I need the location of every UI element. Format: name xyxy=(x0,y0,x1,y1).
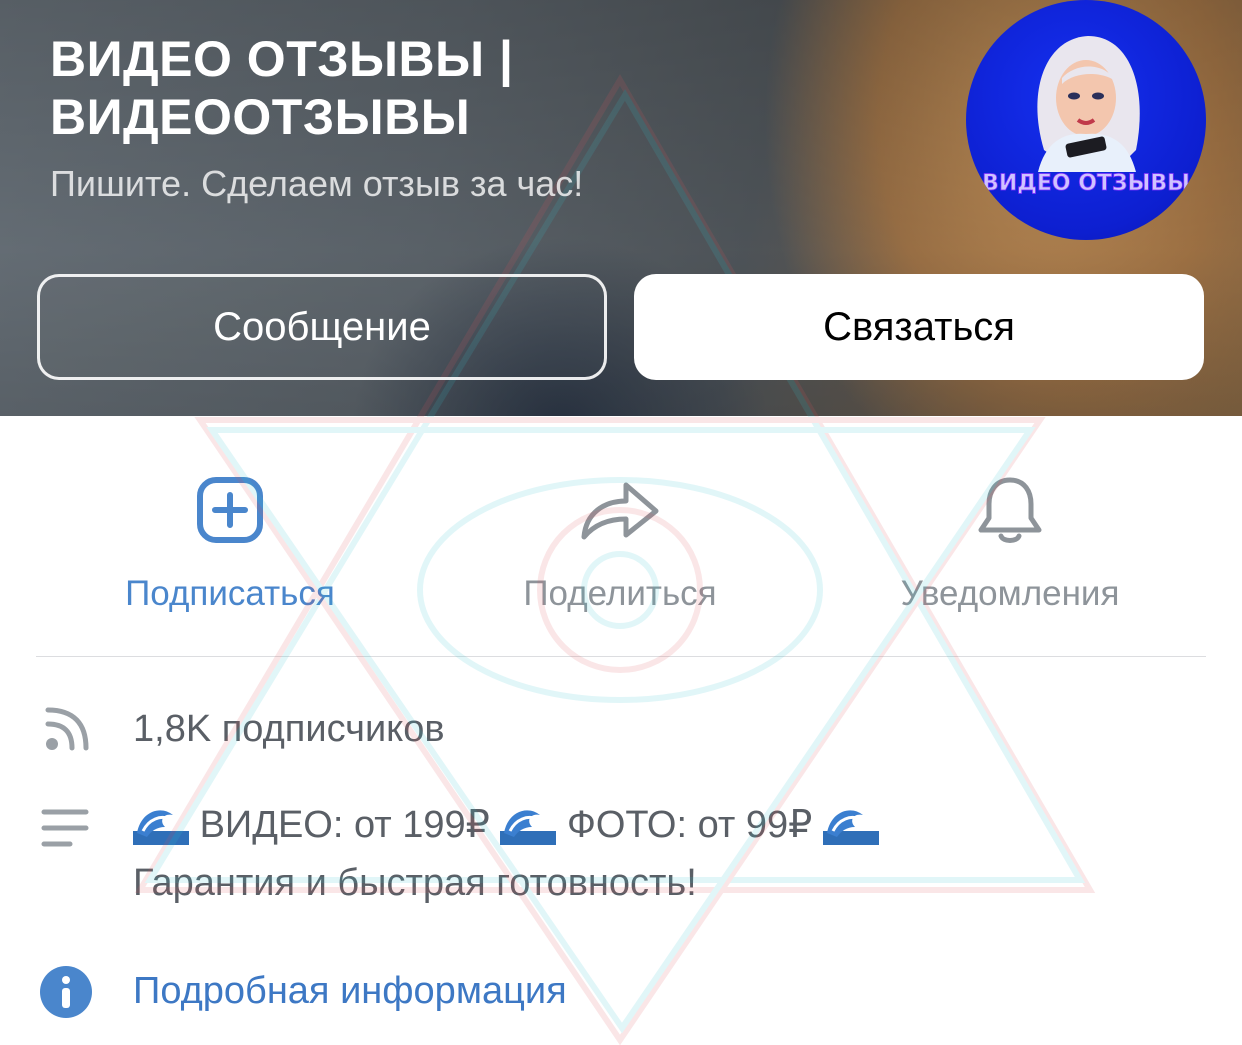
plus-square-icon xyxy=(50,474,410,546)
community-title: ВИДЕО ОТЗЫВЫ | ВИДЕООТЗЫВЫ xyxy=(50,31,514,145)
photo-price: ФОТО: от 99₽ xyxy=(566,804,813,846)
wave-emoji-icon xyxy=(822,810,879,845)
notifications-action[interactable]: Уведомления xyxy=(830,474,1190,616)
video-price: ВИДЕО: от 199₽ xyxy=(199,804,490,846)
notifications-label: Уведомления xyxy=(900,574,1120,613)
section-divider xyxy=(36,656,1206,657)
wave-emoji-icon xyxy=(500,810,557,845)
share-arrow-icon xyxy=(440,474,800,546)
wave-emoji-icon xyxy=(133,810,189,845)
description-text: ВИДЕО: от 199₽ ФОТО: от 99₽ Гарантия и б… xyxy=(133,796,1133,912)
bell-icon xyxy=(830,474,1190,546)
details-link[interactable]: Подробная информация xyxy=(133,962,567,1020)
contact-button[interactable]: Связаться xyxy=(634,274,1204,380)
description-line-2: Гарантия и быстрая готовность! xyxy=(133,862,697,904)
rss-icon xyxy=(38,704,92,759)
subscribe-label: Подписаться xyxy=(125,574,335,613)
info-circle-icon xyxy=(38,964,94,1025)
community-avatar[interactable]: ВИДЕО ОТЗЫВЫ xyxy=(966,0,1206,240)
share-label: Поделиться xyxy=(523,574,717,613)
avatar-illustration: ВИДЕО ОТЗЫВЫ xyxy=(982,36,1190,196)
subscribe-action[interactable]: Подписаться xyxy=(50,474,410,616)
community-status: Пишите. Сделаем отзыв за час! xyxy=(50,163,584,204)
menu-lines-icon xyxy=(38,806,92,855)
subscribers-count: 1,8K подписчиков xyxy=(133,708,445,750)
share-action[interactable]: Поделиться xyxy=(440,474,800,616)
description-line-1: ВИДЕО: от 199₽ ФОТО: от 99₽ xyxy=(133,796,1133,854)
message-button[interactable]: Сообщение xyxy=(37,274,607,380)
avatar-logo-text: ВИДЕО ОТЗЫВЫ xyxy=(982,171,1190,196)
action-bar: Подписаться Поделиться Уведомления xyxy=(0,416,1242,656)
